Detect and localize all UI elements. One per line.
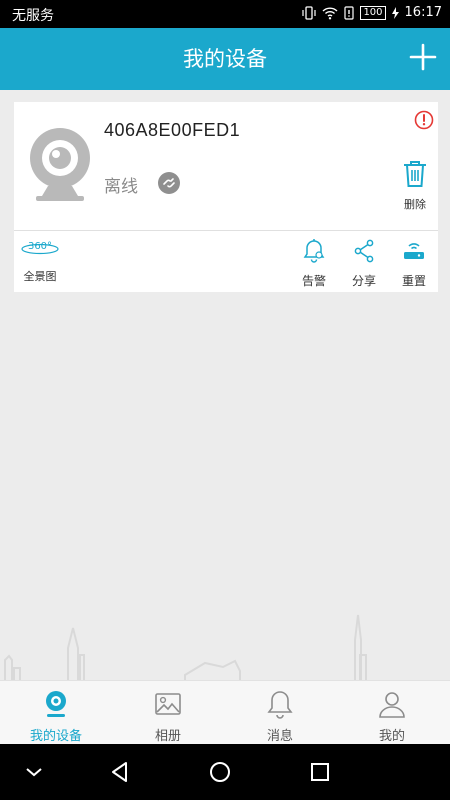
alert-icon[interactable] — [414, 110, 434, 130]
app-header: 我的设备 — [0, 28, 450, 90]
chevron-down-icon[interactable] — [22, 760, 46, 784]
reset-label: 重置 — [401, 274, 426, 288]
alarm-label: 告警 — [301, 274, 326, 288]
battery-indicator: 100 — [360, 5, 386, 20]
trash-icon — [404, 161, 426, 187]
nav-label-messages: 消息 — [266, 729, 293, 744]
alarm-button[interactable]: 告警 — [294, 238, 334, 289]
add-device-button[interactable] — [408, 42, 438, 72]
router-icon — [404, 243, 424, 259]
nav-label-my-devices: 我的设备 — [29, 729, 82, 744]
vibrate-icon — [302, 5, 317, 20]
device-card[interactable]: 406A8E00FED1 离线 删除 360° 全景图 告警 分享 重置 — [14, 102, 438, 292]
device-status: 离线 — [104, 177, 138, 197]
status-bar: 无服务 100 16:17 — [0, 0, 450, 28]
home-icon[interactable] — [208, 760, 232, 784]
nav-label-album: 相册 — [154, 729, 181, 744]
device-id: 406A8E00FED1 — [104, 120, 241, 140]
carrier-label: 无服务 — [12, 8, 54, 24]
sim-alert-icon — [344, 5, 355, 20]
alarm-bell-icon — [303, 239, 325, 263]
card-divider — [14, 230, 438, 231]
panorama-360-icon: 360° — [21, 241, 59, 255]
nav-item-me[interactable]: 我的 — [336, 681, 448, 745]
recents-icon[interactable] — [308, 760, 332, 784]
camera-icon — [46, 691, 66, 717]
share-icon — [354, 239, 374, 263]
system-nav-bar — [0, 744, 450, 800]
nav-label-me: 我的 — [378, 729, 405, 744]
user-icon — [379, 692, 405, 718]
panorama-icon-text: 360° — [28, 241, 52, 252]
delete-button[interactable]: 删除 — [400, 160, 430, 212]
panorama-button[interactable]: 360° 全景图 — [20, 238, 60, 284]
wifi-icon — [322, 6, 338, 19]
bottom-nav: 我的设备 相册 消息 我的 — [0, 680, 450, 744]
back-icon[interactable] — [108, 760, 132, 784]
device-list: 406A8E00FED1 离线 删除 360° 全景图 告警 分享 重置 — [0, 90, 450, 680]
reset-button[interactable]: 重置 — [394, 238, 434, 289]
clock: 16:17 — [404, 5, 442, 20]
page-title: 我的设备 — [183, 47, 267, 71]
nav-item-my-devices[interactable]: 我的设备 — [0, 681, 112, 745]
charging-icon — [391, 6, 399, 19]
delete-label: 删除 — [404, 198, 426, 211]
panorama-label: 全景图 — [23, 270, 57, 283]
share-button[interactable]: 分享 — [344, 238, 384, 289]
album-icon — [155, 693, 181, 715]
skyline-watermark — [4, 614, 367, 680]
share-label: 分享 — [351, 274, 376, 288]
nav-item-messages[interactable]: 消息 — [224, 681, 336, 745]
camera-avatar-icon — [30, 128, 90, 201]
bell-icon — [267, 691, 293, 719]
connection-status-icon — [158, 172, 180, 194]
nav-item-album[interactable]: 相册 — [112, 681, 224, 745]
status-right: 100 16:17 — [302, 5, 442, 20]
